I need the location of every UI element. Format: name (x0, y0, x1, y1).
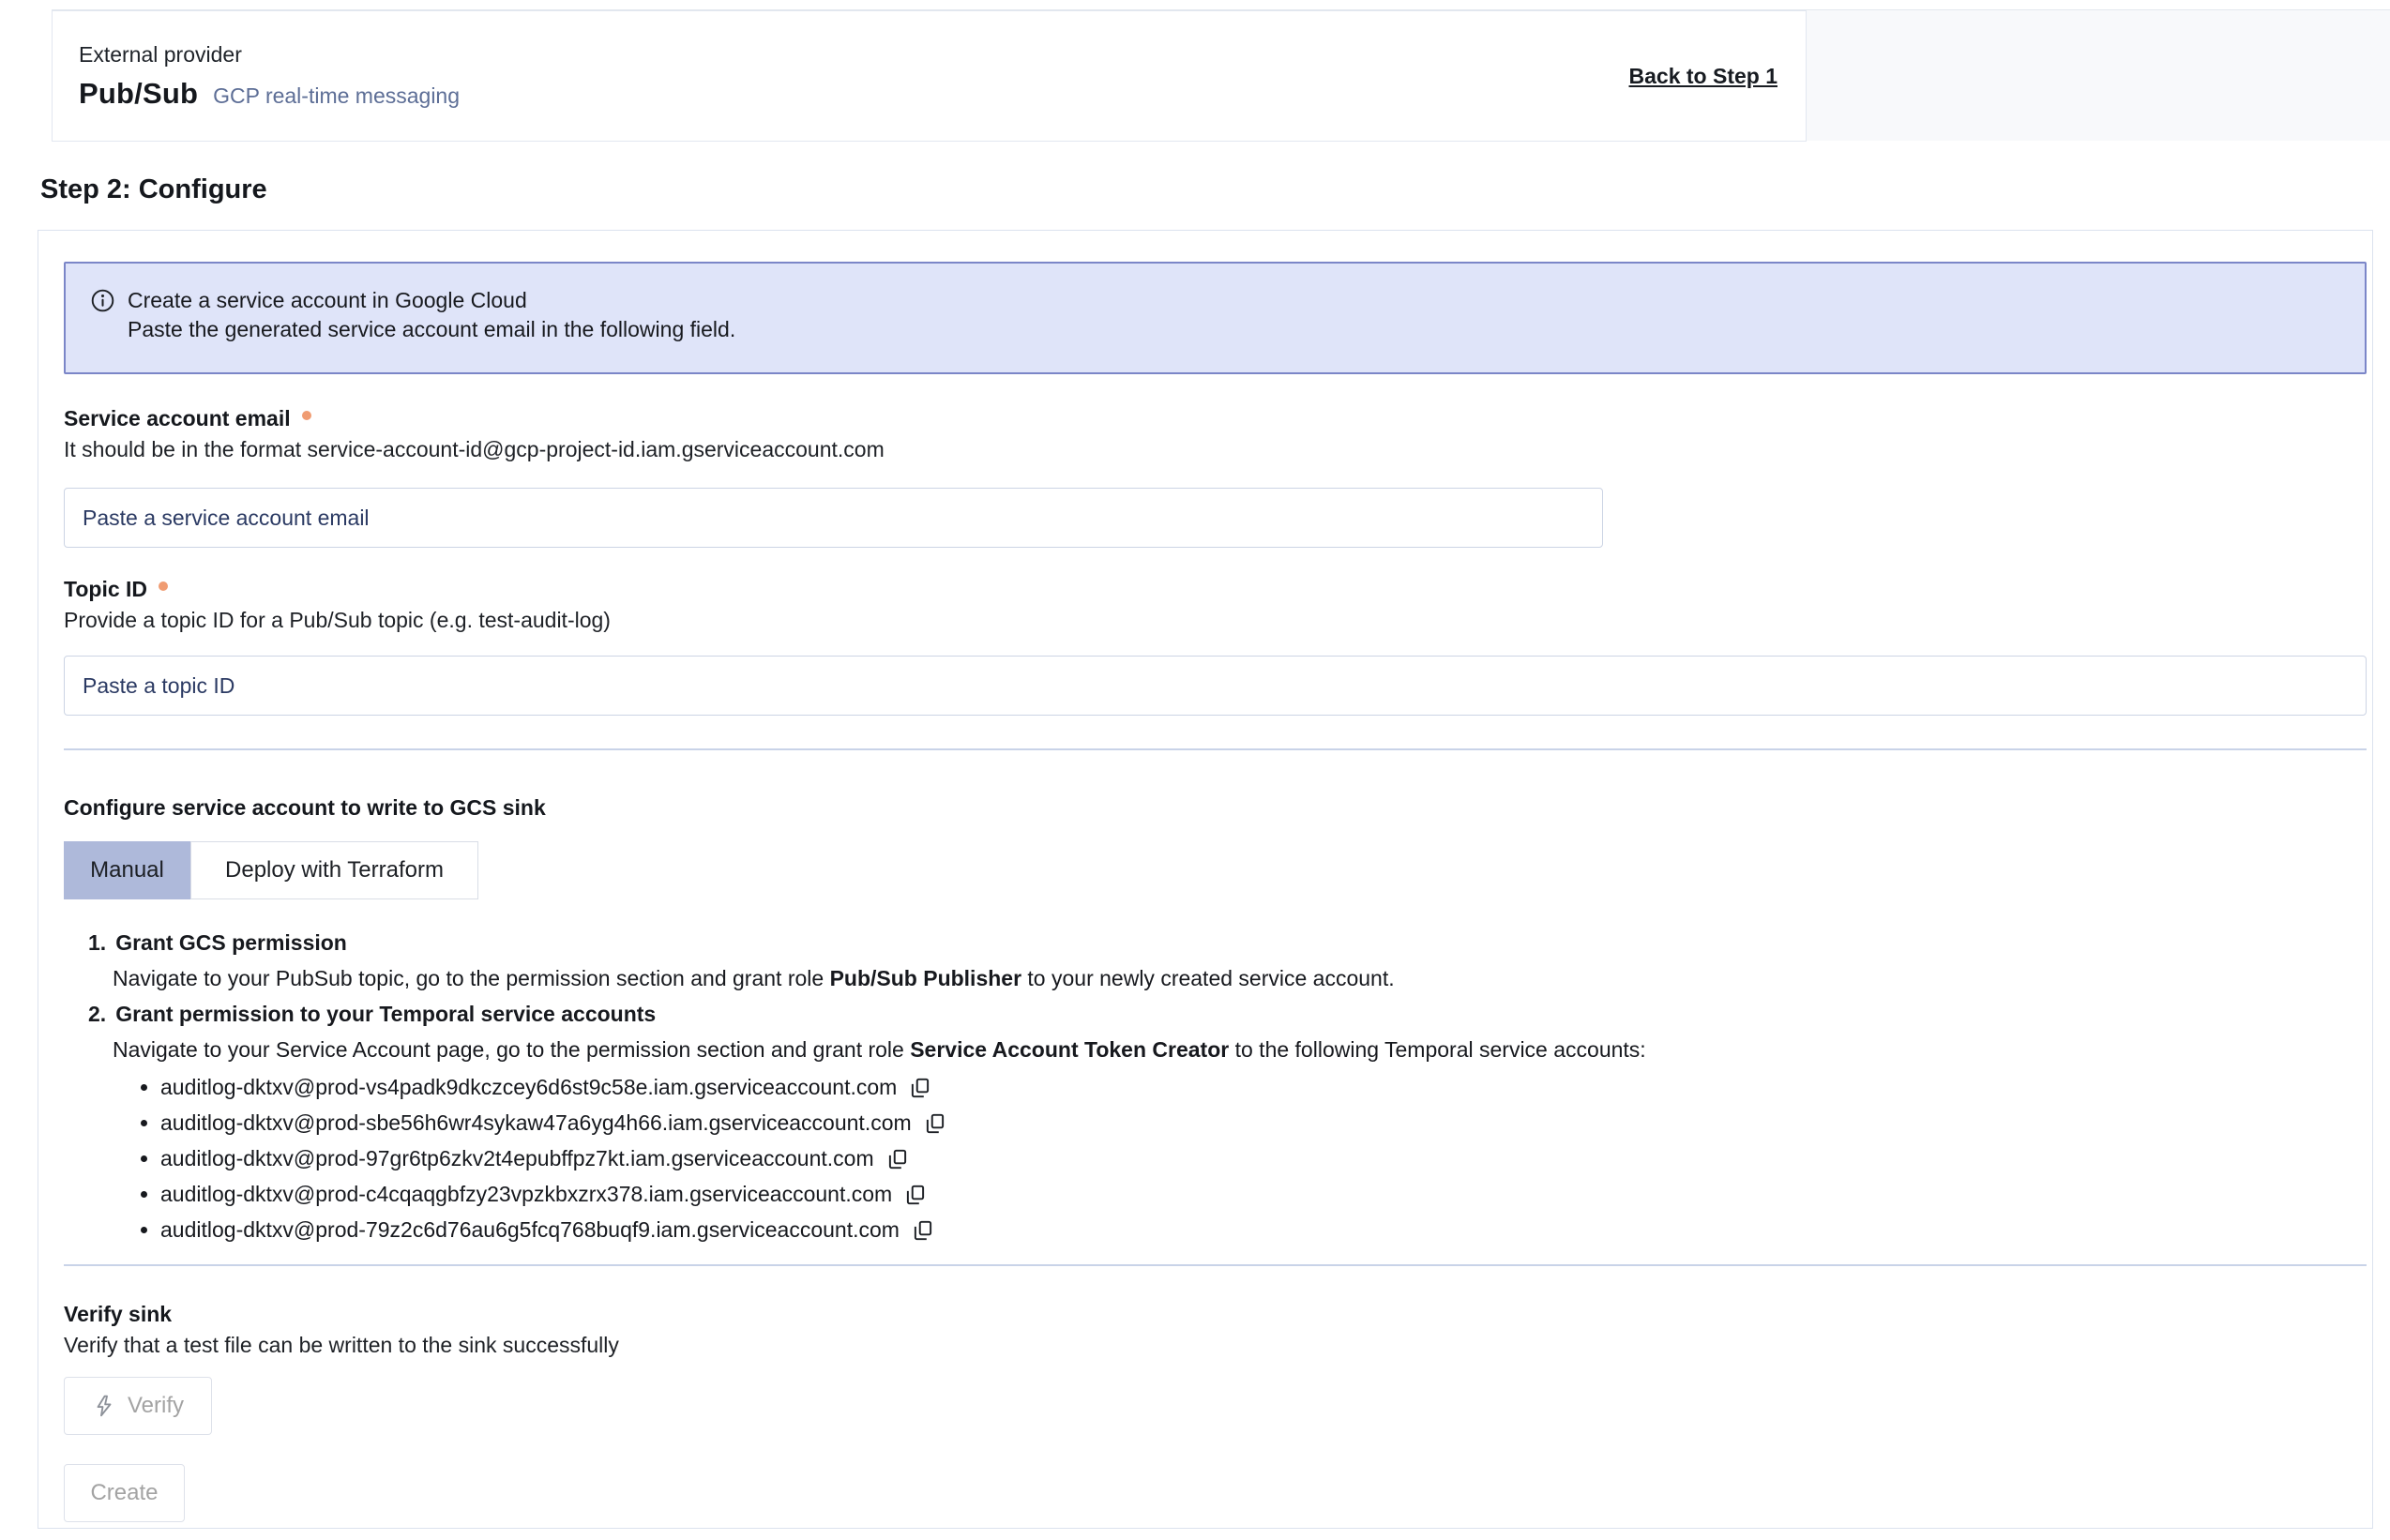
copy-icon[interactable] (923, 1110, 947, 1135)
service-account-list: auditlog-dktxv@prod-vs4padk9dkczcey6d6st… (64, 1069, 2346, 1247)
bullet-dot (141, 1120, 147, 1126)
role-name: Pub/Sub Publisher (830, 966, 1021, 990)
back-to-step-1-link[interactable]: Back to Step 1 (1629, 64, 1778, 89)
required-dot (159, 581, 168, 591)
service-account-email: auditlog-dktxv@prod-vs4padk9dkczcey6d6st… (160, 1069, 897, 1105)
step-number: 1. (88, 925, 106, 960)
bullet-dot (141, 1084, 147, 1091)
step-body: Navigate to your PubSub topic, go to the… (64, 960, 2346, 996)
step-body-text: Navigate to your PubSub topic, go to the… (113, 966, 830, 990)
list-item: auditlog-dktxv@prod-79z2c6d76au6g5fcq768… (64, 1212, 2346, 1247)
step-title-grant-temporal-permission: Grant permission to your Temporal servic… (115, 996, 656, 1032)
step-title-grant-gcs-permission: Grant GCS permission (115, 925, 347, 960)
verify-button[interactable]: Verify (64, 1377, 212, 1435)
section-divider (64, 748, 2367, 750)
section-divider (64, 1264, 2367, 1266)
tab-deploy-with-terraform[interactable]: Deploy with Terraform (190, 841, 478, 899)
configure-section-heading: Configure service account to write to GC… (64, 795, 2346, 821)
lightning-bolt-icon (92, 1394, 116, 1418)
step-body: Navigate to your Service Account page, g… (64, 1032, 2346, 1067)
topic-id-label: Topic ID (64, 575, 147, 603)
create-button-label: Create (90, 1480, 158, 1506)
copy-icon[interactable] (903, 1182, 928, 1206)
provider-name: Pub/Sub (79, 77, 198, 111)
step-body-text: to your newly created service account. (1021, 966, 1395, 990)
provider-info: External provider Pub/Sub GCP real-time … (79, 42, 460, 111)
list-item: auditlog-dktxv@prod-c4cqaqgbfzy23vpzkbxz… (64, 1176, 2346, 1212)
create-button[interactable]: Create (64, 1464, 185, 1522)
info-circle-icon (90, 288, 115, 313)
step-body-text: Navigate to your Service Account page, g… (113, 1037, 910, 1062)
service-account-email: auditlog-dktxv@prod-sbe56h6wr4sykaw47a6y… (160, 1105, 912, 1140)
configure-form-card: Create a service account in Google Cloud… (38, 230, 2373, 1529)
step-number: 2. (88, 996, 106, 1032)
bullet-dot (141, 1155, 147, 1162)
verify-sink-title: Verify sink (64, 1302, 2346, 1327)
verify-sink-description: Verify that a test file can be written t… (64, 1333, 2346, 1358)
copy-icon[interactable] (885, 1146, 910, 1170)
list-item: auditlog-dktxv@prod-vs4padk9dkczcey6d6st… (64, 1069, 2346, 1105)
provider-header-strip: External provider Pub/Sub GCP real-time … (52, 9, 2390, 141)
info-callout-title: Create a service account in Google Cloud (128, 286, 527, 315)
page-title: Step 2: Configure (40, 174, 2390, 205)
service-account-email: auditlog-dktxv@prod-79z2c6d76au6g5fcq768… (160, 1212, 900, 1247)
instruction-steps: 1. Grant GCS permission Navigate to your… (64, 925, 2346, 1247)
service-account-email-helper: It should be in the format service-accou… (64, 434, 2346, 464)
bullet-dot (141, 1191, 147, 1198)
required-dot (302, 411, 311, 420)
service-account-email: auditlog-dktxv@prod-97gr6tp6zkv2t4epubff… (160, 1140, 874, 1176)
tab-manual[interactable]: Manual (64, 841, 190, 899)
copy-icon[interactable] (911, 1217, 935, 1242)
provider-eyebrow: External provider (79, 42, 460, 68)
list-item: auditlog-dktxv@prod-sbe56h6wr4sykaw47a6y… (64, 1105, 2346, 1140)
list-item: auditlog-dktxv@prod-97gr6tp6zkv2t4epubff… (64, 1140, 2346, 1176)
service-account-email: auditlog-dktxv@prod-c4cqaqgbfzy23vpzkbxz… (160, 1176, 892, 1212)
topic-id-helper: Provide a topic ID for a Pub/Sub topic (… (64, 605, 2346, 635)
info-callout: Create a service account in Google Cloud… (64, 262, 2367, 374)
copy-icon[interactable] (908, 1075, 932, 1099)
service-account-email-label: Service account email (64, 404, 291, 432)
service-account-email-input[interactable] (64, 488, 1603, 548)
provider-subtitle: GCP real-time messaging (213, 83, 460, 109)
step-body-text: to the following Temporal service accoun… (1229, 1037, 1645, 1062)
topic-id-input[interactable] (64, 656, 2367, 716)
configure-tabs: Manual Deploy with Terraform (64, 841, 2346, 899)
role-name: Service Account Token Creator (910, 1037, 1229, 1062)
provider-card: External provider Pub/Sub GCP real-time … (52, 10, 1807, 142)
bullet-dot (141, 1227, 147, 1233)
info-callout-body: Paste the generated service account emai… (128, 315, 2340, 344)
verify-button-label: Verify (128, 1393, 184, 1419)
